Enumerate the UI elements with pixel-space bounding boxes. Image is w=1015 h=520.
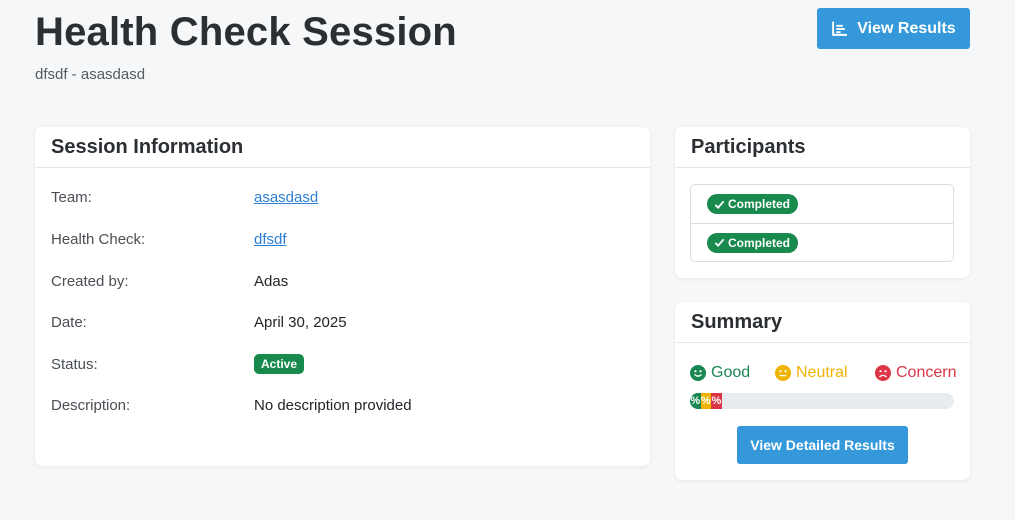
frown-icon xyxy=(875,365,891,381)
created-by-value: Adas xyxy=(254,273,289,290)
progress-segment-neutral: % xyxy=(700,393,712,409)
team-link[interactable]: asasdasd xyxy=(254,189,318,206)
check-icon xyxy=(714,238,725,248)
view-detailed-results-button[interactable]: View Detailed Results xyxy=(737,426,908,464)
page-title: Health Check Session xyxy=(35,10,457,54)
completed-label: Completed xyxy=(728,235,791,250)
view-results-label: View Results xyxy=(857,19,956,37)
description-label: Description: xyxy=(51,397,131,414)
progress-segment-concern: % xyxy=(711,393,722,409)
completed-badge: Completed xyxy=(707,232,799,253)
progress-segment-good: % xyxy=(690,393,701,409)
legend-concern: Concern xyxy=(875,364,956,382)
summary-card: Summary Good Neutral Concern %%% View De… xyxy=(675,302,970,480)
date-label: Date: xyxy=(51,314,87,331)
bar-chart-icon xyxy=(832,21,848,36)
status-label: Status: xyxy=(51,356,98,373)
page-subtitle: dfsdf - asasdasd xyxy=(35,66,146,83)
view-results-button[interactable]: View Results xyxy=(817,8,970,49)
summary-progress-bar: %%% xyxy=(690,393,954,409)
health-check-label: Health Check: xyxy=(51,231,146,248)
status-badge-wrap: Active xyxy=(254,354,305,374)
team-label: Team: xyxy=(51,189,92,206)
created-by-label: Created by: xyxy=(51,273,129,290)
legend-neutral-label: Neutral xyxy=(796,364,848,381)
list-item: Completed xyxy=(691,223,953,261)
date-value: April 30, 2025 xyxy=(254,314,347,331)
legend-concern-label: Concern xyxy=(896,364,957,381)
health-check-link[interactable]: dfsdf xyxy=(254,231,287,248)
legend-good: Good xyxy=(690,364,750,382)
neutral-face-icon xyxy=(775,365,791,381)
participants-heading: Participants xyxy=(675,127,970,168)
legend-neutral: Neutral xyxy=(775,364,848,382)
legend-good-label: Good xyxy=(711,364,751,381)
status-badge: Active xyxy=(254,354,305,374)
completed-label: Completed xyxy=(728,197,791,211)
summary-heading: Summary xyxy=(675,302,970,343)
participants-list: Completed Completed xyxy=(690,184,954,262)
participants-card: Participants Completed Completed xyxy=(675,127,970,278)
smile-icon xyxy=(690,365,706,381)
completed-badge: Completed xyxy=(707,194,799,214)
description-value: No description provided xyxy=(254,397,412,414)
list-item: Completed xyxy=(691,185,953,223)
session-information-heading: Session Information xyxy=(35,127,650,168)
check-icon xyxy=(714,200,725,209)
session-information-card: Session Information Team: asasdasd Healt… xyxy=(35,127,650,466)
